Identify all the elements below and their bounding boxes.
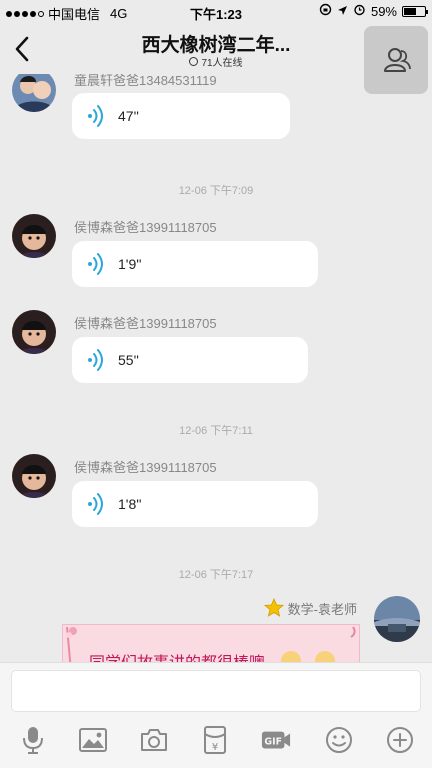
avatar[interactable] bbox=[12, 310, 56, 354]
sender-name-label: 数学-袁老师 bbox=[287, 601, 357, 617]
online-status-icon bbox=[189, 57, 199, 66]
voice-message[interactable]: 1'8'' bbox=[72, 481, 318, 527]
voice-duration: 55'' bbox=[118, 352, 139, 368]
voice-message[interactable]: 55'' bbox=[72, 337, 308, 383]
star-badge-icon bbox=[263, 598, 284, 617]
sender-name: 侯博森爸爸13991118705 bbox=[74, 316, 217, 331]
input-area: ¥ GIF bbox=[0, 662, 432, 768]
battery-percent: 59% bbox=[370, 3, 397, 19]
sender-name: 数学-袁老师 bbox=[263, 598, 357, 618]
camera-icon[interactable] bbox=[139, 725, 169, 755]
avatar[interactable] bbox=[12, 454, 56, 498]
sender-name: 童晨轩爸爸13484531119 bbox=[74, 74, 217, 88]
battery-icon bbox=[402, 5, 428, 17]
plus-icon[interactable] bbox=[385, 725, 415, 755]
voice-message[interactable]: 1'9'' bbox=[72, 241, 318, 287]
voice-wave-icon bbox=[88, 105, 103, 127]
avatar[interactable] bbox=[12, 74, 56, 112]
gif-icon[interactable]: GIF bbox=[261, 725, 291, 755]
location-icon bbox=[337, 4, 348, 19]
svg-text:¥: ¥ bbox=[212, 742, 218, 753]
image-icon[interactable] bbox=[78, 725, 108, 755]
microphone-icon[interactable] bbox=[18, 725, 48, 755]
voice-duration: 47'' bbox=[118, 108, 139, 124]
voice-wave-icon bbox=[88, 253, 103, 275]
avatar[interactable] bbox=[12, 214, 56, 258]
image-card[interactable]: 同学们故事讲的都很棒噢 bbox=[62, 624, 360, 662]
input-toolbar: ¥ GIF bbox=[0, 725, 432, 755]
voice-duration: 1'8'' bbox=[118, 496, 142, 512]
card-text: 同学们故事讲的都很棒噢 bbox=[89, 649, 265, 662]
voice-wave-icon bbox=[88, 349, 103, 371]
online-count-label: 71人在线 bbox=[201, 58, 243, 69]
message-timestamp: 12-06 下午7:17 bbox=[178, 569, 254, 581]
nav-bar: 西大橡树湾二年... 71人在线 bbox=[0, 24, 432, 94]
message-input[interactable] bbox=[11, 670, 421, 712]
red-packet-icon[interactable]: ¥ bbox=[200, 725, 230, 755]
svg-text:GIF: GIF bbox=[264, 737, 282, 748]
self-avatar[interactable] bbox=[374, 596, 420, 642]
message-timestamp: 12-06 下午7:09 bbox=[178, 185, 254, 197]
emoji-icon[interactable] bbox=[324, 725, 354, 755]
voice-message[interactable]: 47'' bbox=[72, 93, 290, 139]
status-bar: 中国电信 4G 下午1:23 59% bbox=[0, 0, 432, 24]
sender-name: 侯博森爸爸13991118705 bbox=[74, 460, 217, 475]
chat-area[interactable]: 童晨轩爸爸13484531119 47'' 12-06 下午7:09 侯博森爸爸… bbox=[0, 74, 432, 662]
voice-wave-icon bbox=[88, 493, 103, 515]
voice-duration: 1'9'' bbox=[118, 256, 142, 272]
alarm-icon bbox=[353, 3, 366, 19]
user-icon bbox=[384, 48, 411, 72]
rotation-lock-icon bbox=[319, 3, 332, 19]
sender-name: 侯博森爸爸13991118705 bbox=[74, 220, 217, 235]
message-timestamp: 12-06 下午7:11 bbox=[179, 425, 253, 437]
status-right: 59% bbox=[319, 3, 428, 19]
